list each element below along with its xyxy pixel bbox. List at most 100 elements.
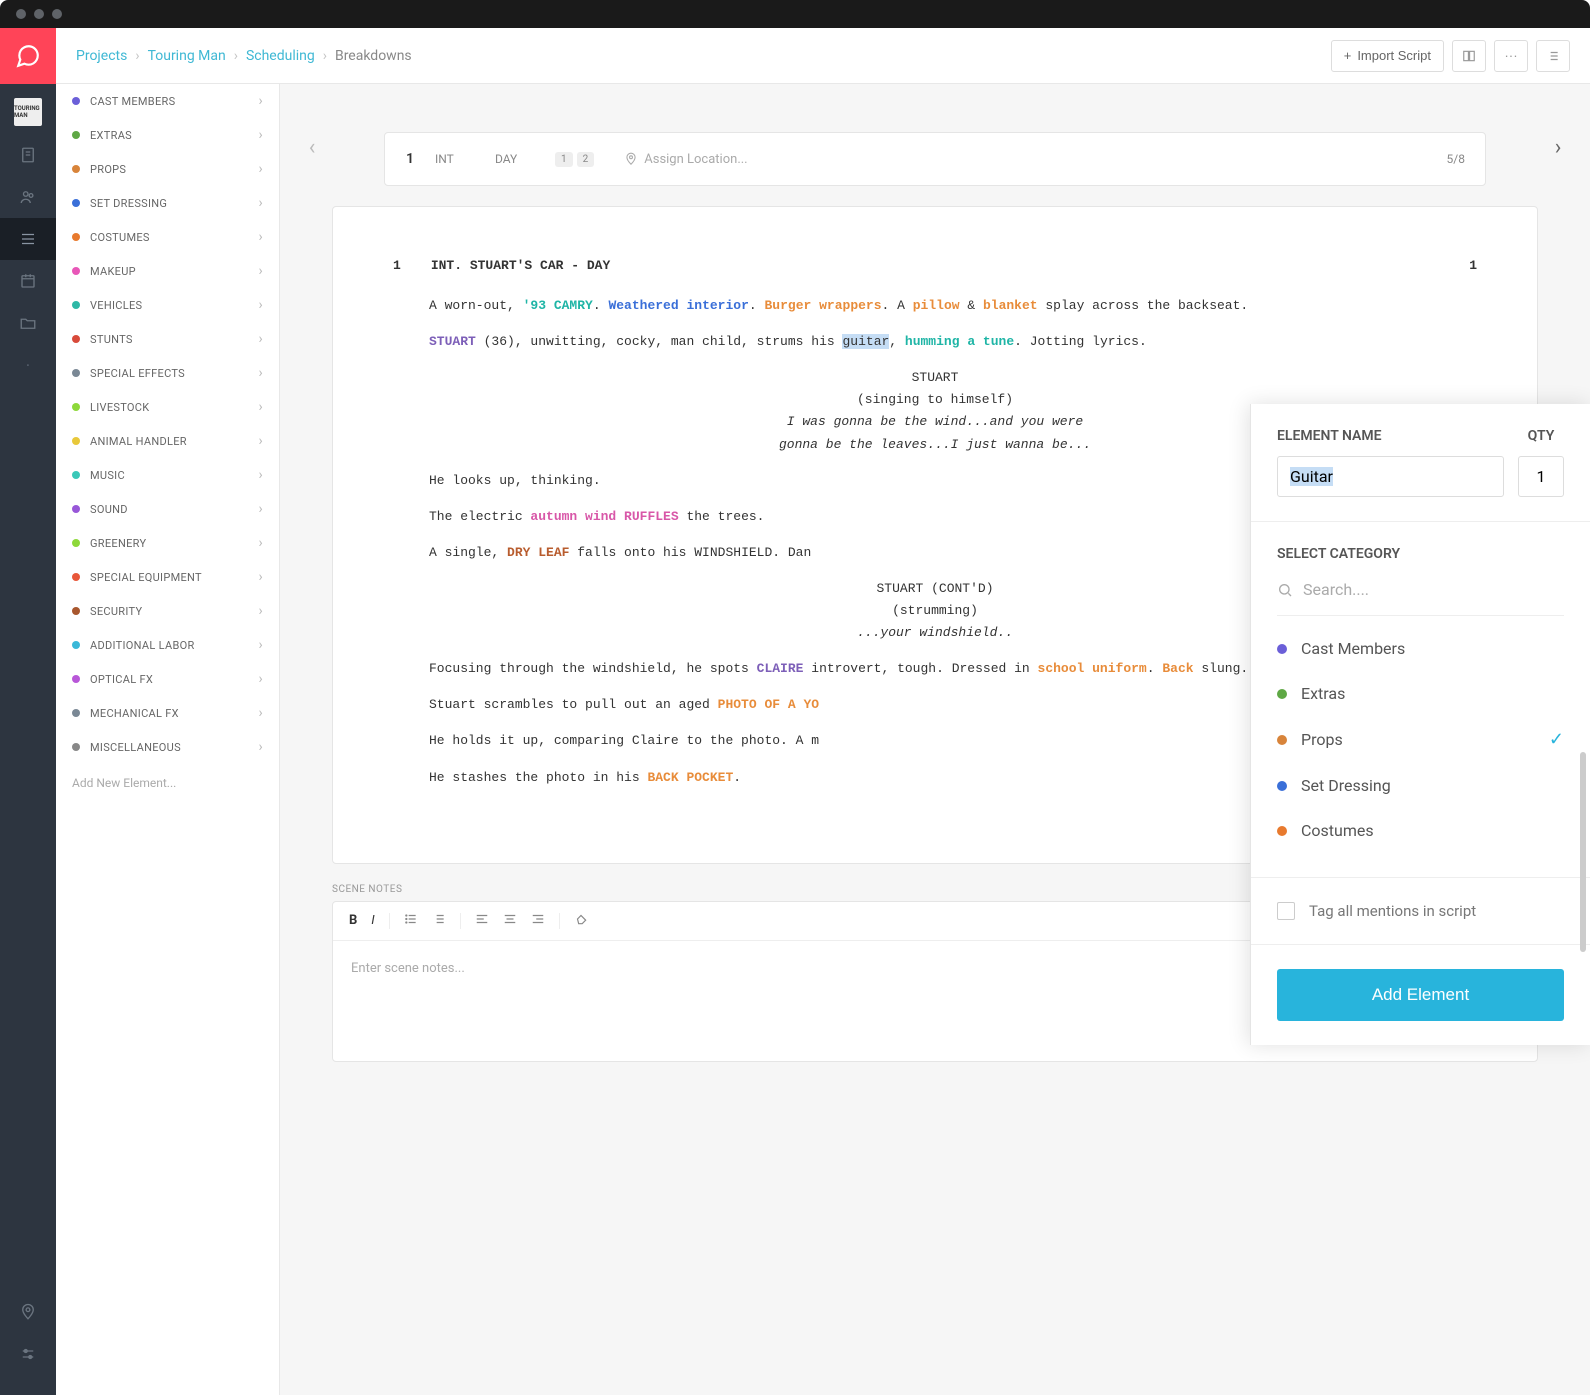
rail-breakdown[interactable] [0,218,56,260]
bold-button[interactable]: B [349,913,357,928]
category-option-label: Props [1301,730,1343,749]
rail-settings[interactable] [0,1333,56,1375]
prev-scene-button[interactable]: ‹ [292,117,332,177]
window-dot-close[interactable] [16,9,26,19]
sidebar-category-optical-fx[interactable]: OPTICAL FX› [56,662,279,696]
rail-more[interactable]: · [0,344,56,386]
category-label: MECHANICAL FX [90,707,179,720]
category-dot-icon [72,607,80,615]
select-category-label: SELECT CATEGORY [1277,546,1564,562]
italic-button[interactable]: I [371,913,374,928]
category-label: SPECIAL EQUIPMENT [90,571,202,584]
element-name-input[interactable]: Guitar [1277,456,1504,497]
category-dot-icon [72,539,80,547]
category-dot-icon [1277,826,1287,836]
category-dot-icon [72,301,80,309]
breadcrumb-project[interactable]: Touring Man [148,48,226,64]
qty-label: QTY [1518,428,1564,444]
element-name-label: ELEMENT NAME [1277,428,1504,444]
list-ul-icon[interactable] [404,912,418,930]
rail-calendar[interactable] [0,260,56,302]
sidebar-category-stunts[interactable]: STUNTS › [56,322,279,356]
sidebar-category-greenery[interactable]: GREENERY› [56,526,279,560]
layout-button[interactable] [1452,40,1486,72]
add-element-button[interactable]: Add Element [1277,969,1564,1021]
content-area: ‹ 1 INT DAY 1 2 Assign L [280,84,1590,1395]
breadcrumb: Projects › Touring Man › Scheduling › Br… [76,48,412,64]
category-option-set-dressing[interactable]: Set Dressing [1277,763,1564,808]
category-dot-icon [72,743,80,751]
scrollbar[interactable] [1580,752,1586,952]
sidebar-category-livestock[interactable]: LIVESTOCK› [56,390,279,424]
qty-input[interactable]: 1 [1518,456,1564,497]
sidebar-category-makeup[interactable]: MAKEUP› [56,254,279,288]
window-chrome [0,0,1590,28]
rail-script[interactable] [0,134,56,176]
category-dot-icon [1277,689,1287,699]
erase-icon[interactable] [574,912,588,930]
sidebar-category-mechanical-fx[interactable]: MECHANICAL FX› [56,696,279,730]
category-sidebar: CAST MEMBERS›EXTRAS›PROPS›SET DRESSING›C… [56,84,280,1395]
nav-rail: TOURING MAN · [0,28,56,1395]
category-dot-icon [72,199,80,207]
category-dot-icon [72,233,80,241]
sidebar-category-special-equipment[interactable]: SPECIAL EQUIPMENT› [56,560,279,594]
assign-location-input[interactable]: Assign Location... [624,152,1446,167]
list-button[interactable] [1536,40,1570,72]
window-dot-min[interactable] [34,9,44,19]
category-dot-icon [72,675,80,683]
tag-all-checkbox-row[interactable]: Tag all mentions in script [1277,902,1564,920]
rail-cast[interactable] [0,176,56,218]
sidebar-category-costumes[interactable]: COSTUMES› [56,220,279,254]
project-thumb[interactable]: TOURING MAN [14,98,42,126]
more-button[interactable]: ··· [1494,40,1528,72]
category-label: PROPS [90,163,126,176]
chevron-right-icon: › [258,297,263,313]
align-right-icon[interactable] [531,912,545,930]
next-scene-button[interactable]: › [1538,117,1578,177]
rail-files[interactable] [0,302,56,344]
category-label: VEHICLES [90,299,142,312]
category-option-cast-members[interactable]: Cast Members [1277,626,1564,671]
category-label: ADDITIONAL LABOR [90,639,195,652]
sidebar-category-extras[interactable]: EXTRAS› [56,118,279,152]
sidebar-category-miscellaneous[interactable]: MISCELLANEOUS› [56,730,279,764]
breadcrumb-projects[interactable]: Projects [76,48,127,64]
sidebar-category-animal-handler[interactable]: ANIMAL HANDLER› [56,424,279,458]
category-label: SET DRESSING [90,197,167,210]
category-search-input[interactable]: Search.... [1277,574,1564,616]
breadcrumb-section[interactable]: Scheduling [246,48,315,64]
add-new-element-input[interactable]: Add New Element... [56,764,279,802]
category-label: STUNTS [90,333,133,346]
sidebar-category-additional-labor[interactable]: ADDITIONAL LABOR› [56,628,279,662]
scene-badge: 2 [577,152,595,167]
sidebar-category-sound[interactable]: SOUND› [56,492,279,526]
sidebar-category-security[interactable]: SECURITY› [56,594,279,628]
category-option-props[interactable]: Props✓ [1277,716,1564,763]
category-label: COSTUMES [90,231,150,244]
sidebar-category-set-dressing[interactable]: SET DRESSING› [56,186,279,220]
import-script-button[interactable]: +Import Script [1331,40,1444,72]
sidebar-category-music[interactable]: MUSIC› [56,458,279,492]
category-dot-icon [1277,781,1287,791]
sidebar-category-cast-members[interactable]: CAST MEMBERS› [56,84,279,118]
chevron-right-icon: › [258,467,263,483]
chevron-right-icon: › [258,603,263,619]
app-logo[interactable] [0,28,56,84]
chevron-right-icon: › [258,501,263,517]
align-left-icon[interactable] [475,912,489,930]
rail-location[interactable] [0,1291,56,1333]
sidebar-category-special-effects[interactable]: SPECIAL EFFECTS› [56,356,279,390]
sidebar-category-props[interactable]: PROPS› [56,152,279,186]
checkbox[interactable] [1277,902,1295,920]
category-option-extras[interactable]: Extras [1277,671,1564,716]
align-center-icon[interactable] [503,912,517,930]
list-ol-icon[interactable] [432,912,446,930]
sidebar-category-vehicles[interactable]: VEHICLES › [56,288,279,322]
window-dot-max[interactable] [52,9,62,19]
category-dot-icon [72,641,80,649]
category-dot-icon [72,267,80,275]
scene-number: 1 [385,151,435,167]
category-option-costumes[interactable]: Costumes [1277,808,1564,853]
chevron-right-icon: › [258,331,263,347]
